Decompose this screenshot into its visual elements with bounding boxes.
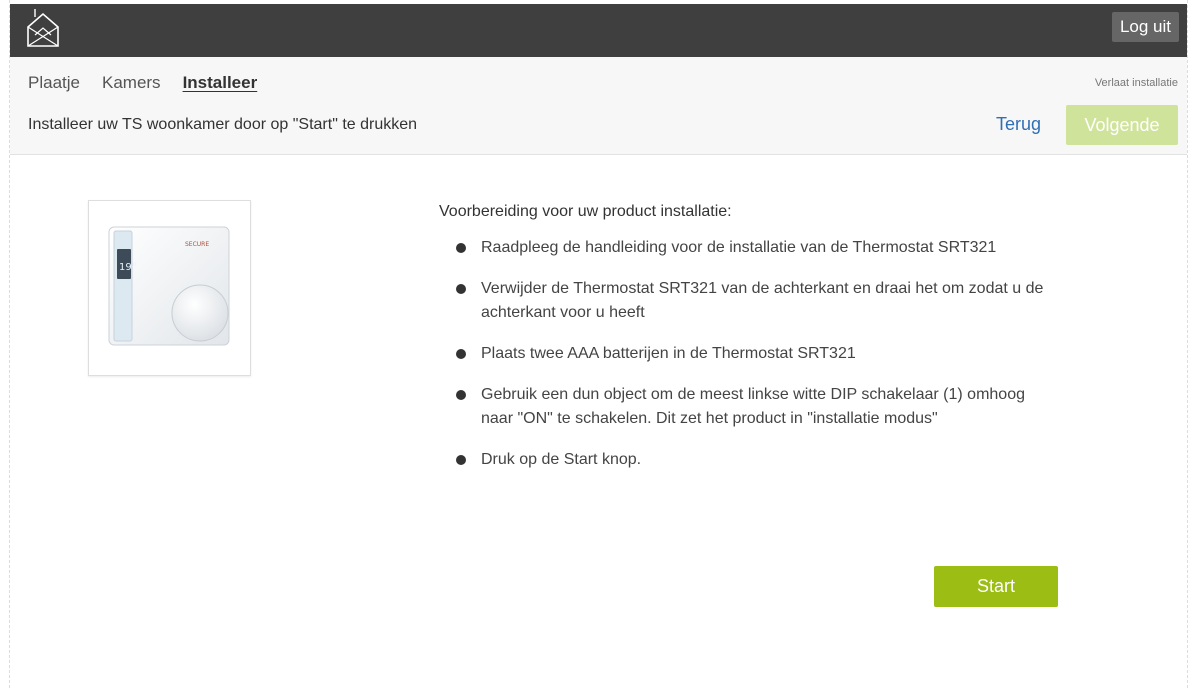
logout-button[interactable]: Log uit — [1111, 12, 1179, 42]
preparation-content: Voorbereiding voor uw product installati… — [439, 203, 1059, 489]
thermostat-display-value: 19° — [119, 262, 137, 273]
bullet-icon — [456, 390, 466, 400]
step-text: Raadpleeg de handleiding voor de install… — [481, 239, 997, 256]
bullet-icon — [456, 243, 466, 253]
tab-plaatje[interactable]: Plaatje — [28, 73, 80, 93]
list-item: Raadpleeg de handleiding voor de install… — [456, 236, 1059, 260]
leave-installation-link[interactable]: Verlaat installatie — [1095, 77, 1178, 89]
bullet-icon — [456, 284, 466, 294]
window-left-edge — [0, 0, 10, 688]
list-item: Verwijder de Thermostat SRT321 van de ac… — [456, 277, 1059, 325]
thermostat-brand-mark: SECURE — [185, 241, 209, 248]
step-text: Gebruik een dun object om de meest links… — [481, 386, 1025, 427]
thermostat-product-image: 19° SECURE — [88, 200, 251, 376]
step-text: Verwijder de Thermostat SRT321 van de ac… — [481, 280, 1044, 321]
wizard-header: Plaatje Kamers Installeer Verlaat instal… — [10, 57, 1187, 155]
tab-installeer[interactable]: Installeer — [183, 73, 258, 93]
wizard-tabs: Plaatje Kamers Installeer — [28, 73, 257, 93]
back-button[interactable]: Terug — [996, 114, 1041, 135]
preparation-steps: Raadpleeg de handleiding voor de install… — [456, 236, 1059, 472]
installation-instruction: Installeer uw TS woonkamer door op "Star… — [28, 116, 418, 133]
bullet-icon — [456, 349, 466, 359]
step-text: Druk op de Start knop. — [481, 451, 642, 468]
step-text: Plaats twee AAA batterijen in de Thermos… — [481, 345, 856, 362]
window-right-edge — [1187, 0, 1201, 688]
preparation-intro: Voorbereiding voor uw product installati… — [439, 203, 732, 220]
top-bar: Log uit — [10, 4, 1187, 57]
start-button[interactable]: Start — [934, 566, 1058, 607]
list-item: Gebruik een dun object om de meest links… — [456, 383, 1059, 431]
list-item: Plaats twee AAA batterijen in de Thermos… — [456, 342, 1059, 366]
next-button[interactable]: Volgende — [1066, 105, 1178, 145]
list-item: Druk op de Start knop. — [456, 448, 1059, 472]
tab-kamers[interactable]: Kamers — [102, 73, 161, 93]
bullet-icon — [456, 455, 466, 465]
home-logo-icon[interactable] — [24, 7, 62, 51]
